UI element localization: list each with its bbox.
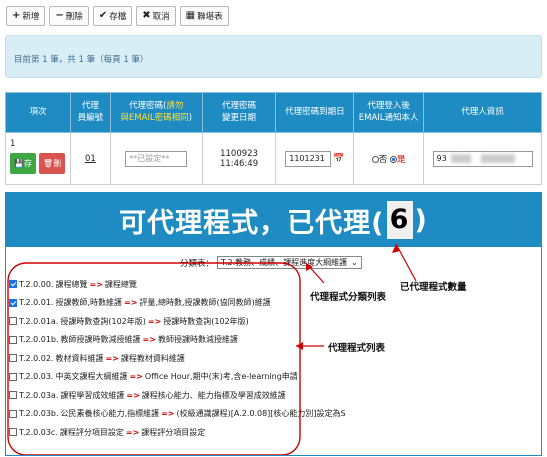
delete-button[interactable]: − 刪除 bbox=[49, 6, 89, 26]
notify-no-label: 否 bbox=[378, 154, 388, 165]
trash-icon: 🗑 bbox=[42, 159, 54, 168]
header-notify: 代理登入後 EMAIL通知本人 bbox=[353, 92, 425, 133]
close-icon: ✖ bbox=[142, 10, 151, 21]
calendar-icon[interactable]: 📅 bbox=[333, 154, 344, 164]
minus-icon: − bbox=[55, 10, 64, 21]
cell-seq: 1 💾 存 🗑 刪 bbox=[5, 132, 71, 185]
check-icon: ✔ bbox=[98, 10, 108, 21]
list-annotation: 代理程式列表 bbox=[328, 343, 386, 354]
toolbar: + 新增 − 刪除 ✔ 存檔 ✖ 取消 ▦ 聯堪表 bbox=[6, 6, 229, 26]
agent-table: 項次 代理 員編號 代理密碼(請勿 與EMAIL密碼相同) 代理密碼 變更日期 代理密… bbox=[5, 92, 542, 185]
redacted-mark bbox=[450, 154, 471, 163]
header-seq: 項次 bbox=[5, 92, 71, 133]
agent-code-link[interactable]: 01 bbox=[85, 154, 96, 164]
agent-info-input[interactable]: 93 bbox=[432, 150, 533, 167]
cell-expire-date: 1101231 📅 bbox=[275, 132, 355, 185]
count-annotation: 已代理程式數量 bbox=[400, 282, 467, 293]
annotation-overlay bbox=[7, 243, 417, 455]
expire-date-input[interactable]: 1101231 bbox=[285, 150, 332, 167]
save-button[interactable]: ✔ 存檔 bbox=[92, 6, 133, 26]
record-info-text: 目前第 1 筆，共 1 筆（每頁 1 筆） bbox=[14, 55, 149, 65]
list-outline bbox=[7, 262, 301, 455]
password-input[interactable]: **已設定** bbox=[125, 150, 188, 167]
notify-no-radio[interactable] bbox=[371, 155, 379, 163]
row-seq-number: 1 bbox=[10, 139, 16, 149]
cell-code: 01 bbox=[69, 132, 111, 185]
category-annotation: 代理程式分類列表 bbox=[310, 292, 387, 303]
table-icon: ▦ bbox=[185, 10, 196, 21]
cancel-button[interactable]: ✖ 取消 bbox=[136, 6, 176, 26]
save-icon: 💾 bbox=[14, 159, 24, 168]
record-info-bar: 目前第 1 筆，共 1 筆（每頁 1 筆） bbox=[5, 35, 542, 78]
redacted-mark bbox=[480, 154, 515, 163]
header-change-date: 代理密碼 變更日期 bbox=[201, 92, 277, 133]
cell-password: **已設定** bbox=[109, 132, 203, 185]
header-password: 代理密碼(請勿 與EMAIL密碼相同) bbox=[109, 92, 203, 133]
change-date-value: 1100923 11:46:49 bbox=[219, 148, 259, 169]
cell-agent-info: 93 bbox=[423, 132, 542, 185]
row-delete-button[interactable]: 🗑 刪 bbox=[39, 153, 65, 174]
cell-notify: 否 是 bbox=[353, 132, 425, 185]
program-panel: 可代理程式，已代理(6) 分類表： T.2.教務、成績、課程進度大綱維護 ⌄ T.… bbox=[5, 192, 542, 456]
notify-yes-label: 是 bbox=[397, 154, 406, 165]
header-agent-info: 代理人資訊 bbox=[423, 92, 542, 133]
add-button[interactable]: + 新增 bbox=[6, 6, 46, 26]
header-expire-date: 代理密碼到期日 bbox=[275, 92, 355, 133]
notify-yes-radio[interactable] bbox=[390, 155, 397, 163]
header-code: 代理 員編號 bbox=[69, 92, 111, 133]
row-save-button[interactable]: 💾 存 bbox=[10, 153, 36, 174]
table-header-row: 項次 代理 員編號 代理密碼(請勿 與EMAIL密碼相同) 代理密碼 變更日期 代理密… bbox=[5, 92, 542, 133]
table-row: 1 💾 存 🗑 刪 01 **已設定** 1100923 11:46:49 1101… bbox=[5, 132, 542, 185]
plus-icon: + bbox=[12, 10, 21, 21]
report-button[interactable]: ▦ 聯堪表 bbox=[179, 6, 229, 26]
cell-change-date: 1100923 11:46:49 bbox=[201, 132, 277, 185]
